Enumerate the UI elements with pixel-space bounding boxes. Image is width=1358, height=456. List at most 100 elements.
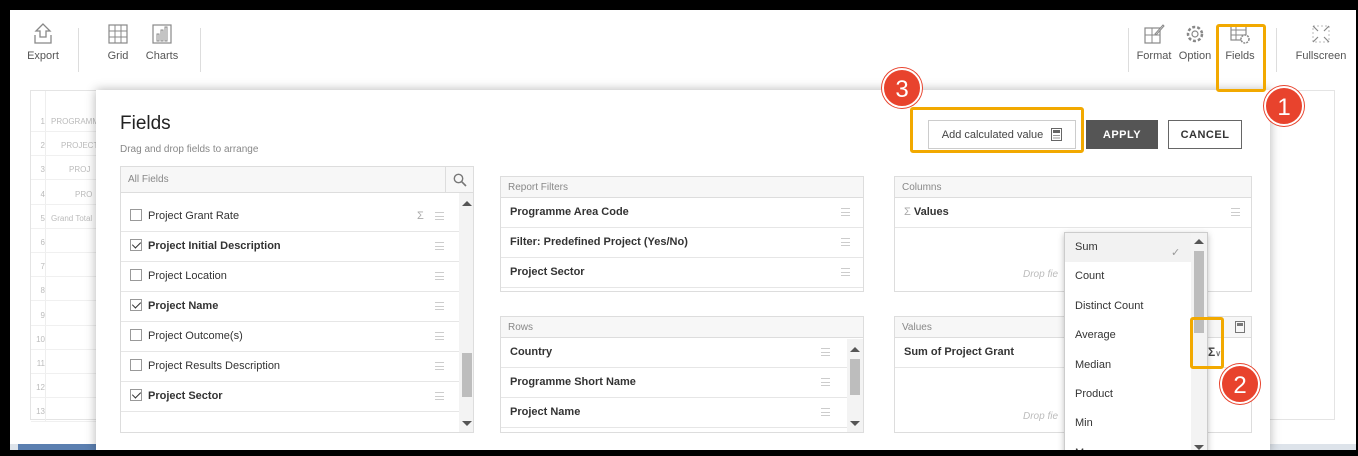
row-text: PROJ [69,165,91,175]
aggregation-option[interactable]: Product [1065,380,1191,409]
aggregation-option[interactable]: Average [1065,321,1191,350]
aggregation-option[interactable]: Distinct Count [1065,292,1191,321]
aggregation-option[interactable]: Median [1065,351,1191,380]
scroll-down-arrow[interactable] [462,421,472,426]
scroll-up-arrow[interactable] [1194,239,1204,244]
export-button[interactable]: Export [26,22,60,82]
options-button[interactable]: Option [1176,22,1214,82]
scroll-thumb[interactable] [462,353,472,397]
add-calculated-value-button[interactable]: Add calculated value [928,120,1076,149]
row-text: PRO [75,189,93,199]
drag-handle-icon[interactable] [1231,208,1240,216]
field-item[interactable]: Programme Area Code [501,198,863,228]
columns-item[interactable]: Σ Values [895,198,1251,228]
drag-handle-icon[interactable] [821,408,830,416]
item-label: Project Sector [510,266,585,278]
field-item[interactable]: Project Name [121,292,459,322]
field-item[interactable]: Filter: Predefined Project (Yes/No) [501,228,863,258]
drag-handle-icon[interactable] [435,212,444,220]
dialog-title: Fields [120,113,171,134]
item-label: Project Name [148,300,219,312]
scroll-down-arrow[interactable] [1194,445,1204,450]
scroll-up-arrow[interactable] [850,347,860,352]
report-filters-items: Programme Area Code Filter: Predefined Pr… [501,198,863,288]
aggregation-options: Sum ✓ Count Distinct Count Average Median Prod… [1065,233,1191,450]
field-item[interactable]: Project Initial Description [121,232,459,262]
drag-handle-icon[interactable] [841,268,850,276]
drag-handle-icon[interactable] [435,332,444,340]
field-item[interactable]: Project Sector [501,258,863,288]
field-checkbox[interactable] [130,389,142,402]
field-item[interactable]: Project Location [121,262,459,292]
field-checkbox[interactable] [130,239,142,252]
aggregation-option[interactable]: Max [1065,439,1191,450]
field-checkbox[interactable] [130,269,142,282]
field-item[interactable]: Country [501,338,847,368]
fields-button[interactable]: Fields [1222,22,1258,82]
drag-handle-icon[interactable] [841,208,850,216]
options-gear-icon [1186,25,1204,43]
item-label: Values [913,206,949,218]
calculator-icon [1051,128,1063,141]
aggregation-option[interactable]: Count [1065,262,1191,291]
apply-button[interactable]: APPLY [1086,120,1158,149]
columns-items: Σ Values [895,198,1251,228]
row-number: 11 [36,359,45,368]
item-label: Country [510,346,553,358]
scroll-up-arrow[interactable] [462,201,472,206]
format-icon [1144,24,1165,44]
scroll-thumb[interactable] [850,359,860,395]
scroll-thumb[interactable] [1194,251,1204,333]
drag-handle-icon[interactable] [435,302,444,310]
all-fields-scrollbar[interactable] [459,193,473,432]
aggregation-sigma-icon[interactable]: Σ∨ [1208,338,1221,368]
fields-icon [1230,24,1250,44]
drag-handle-icon[interactable] [435,392,444,400]
rows-scrollbar[interactable] [847,339,863,432]
export-icon [34,23,52,44]
toolbar-divider [200,28,201,72]
drag-handle-icon[interactable] [435,362,444,370]
dropdown-scrollbar[interactable] [1191,233,1207,450]
row-number: 9 [40,310,45,320]
field-item[interactable]: Project Results Description [121,352,459,382]
item-label: Project Results Description [148,360,281,372]
item-label: Sum [1075,241,1098,253]
charts-icon [152,24,172,44]
row-number: 5 [40,213,45,223]
row-number: 3 [40,165,45,175]
fullscreen-button[interactable]: Fullscreen [1294,22,1348,82]
field-item[interactable]: Project Outcome(s) [121,322,459,352]
drag-handle-icon[interactable] [435,242,444,250]
format-button[interactable]: Format [1134,22,1174,82]
report-filters-box: Report Filters Programme Area Code Filter… [500,176,864,292]
grid-button[interactable]: Grid [104,22,132,82]
cancel-button[interactable]: CANCEL [1168,120,1242,149]
aggregation-option[interactable]: Sum ✓ [1065,233,1191,263]
field-item[interactable]: Project Grant Rate Σ [121,202,459,232]
calculator-icon[interactable] [1235,321,1245,333]
search-button[interactable] [445,167,473,192]
field-item[interactable]: Project Name [501,398,847,428]
scroll-down-arrow[interactable] [850,421,860,426]
field-checkbox[interactable] [130,299,142,312]
search-icon [453,173,467,187]
row-number: 12 [36,383,45,393]
field-checkbox[interactable] [130,359,142,372]
columns-drop-hint: Drop fie [1023,269,1059,280]
field-checkbox[interactable] [130,329,142,342]
drag-handle-icon[interactable] [821,348,830,356]
field-item[interactable]: Programme Short Name [501,368,847,398]
aggregation-option[interactable]: Min [1065,409,1191,438]
charts-button[interactable]: Charts [144,22,180,82]
drag-handle-icon[interactable] [435,272,444,280]
values-drop-hint: Drop fie [1023,411,1059,422]
field-item[interactable]: Project Sector [121,382,459,412]
fullscreen-icon [1312,25,1330,43]
all-fields-header: All Fields [121,167,473,193]
toolbar-divider [78,28,79,72]
field-checkbox[interactable] [130,209,142,222]
drag-handle-icon[interactable] [821,378,830,386]
row-number: 2 [40,141,45,151]
drag-handle-icon[interactable] [841,238,850,246]
